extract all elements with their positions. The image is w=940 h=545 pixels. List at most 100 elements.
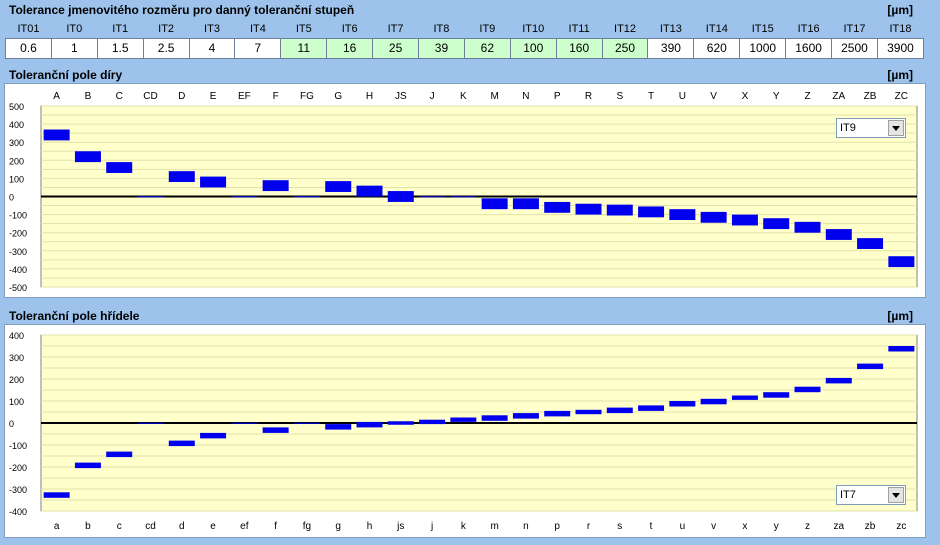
x-tick-label: G (334, 91, 342, 102)
tolerance-bar (638, 405, 665, 411)
tolerance-bar (262, 427, 289, 433)
tolerance-bar (606, 204, 633, 216)
x-tick-label: R (585, 91, 592, 102)
tolerance-bar (262, 180, 289, 192)
x-tick-label: EF (238, 91, 251, 102)
x-tick-label: u (680, 521, 686, 532)
x-tick-label: P (554, 91, 561, 102)
chevron-down-icon[interactable] (888, 487, 904, 503)
tolerance-bar (74, 462, 101, 469)
tolerance-bar (857, 238, 884, 249)
grade-header: IT01 (17, 22, 40, 35)
y-tick-label: -100 (9, 211, 27, 221)
x-tick-label: z (805, 521, 810, 532)
x-tick-label: H (366, 91, 373, 102)
grade-value-cell: 2500 (831, 37, 878, 59)
x-tick-label: V (710, 91, 717, 102)
tolerance-bar (794, 386, 821, 393)
x-tick-label: ZA (832, 91, 845, 102)
tolerance-bar (450, 196, 477, 198)
x-tick-label: g (335, 521, 341, 532)
tolerance-bar (106, 451, 133, 458)
x-tick-label: js (396, 521, 404, 532)
y-tick-label: 500 (9, 102, 24, 112)
y-tick-label: 0 (9, 193, 14, 203)
grade-header: IT11 (568, 22, 590, 35)
hole-grade-select-value: IT9 (840, 122, 856, 134)
x-tick-label: X (742, 91, 749, 102)
x-tick-label: FG (300, 91, 314, 102)
x-tick-label: j (430, 521, 433, 532)
x-tick-label: p (554, 521, 560, 532)
tolerance-bar (888, 256, 915, 268)
y-tick-label: -100 (9, 441, 27, 451)
shaft-chart-unit: [µm] (887, 309, 913, 323)
tolerance-bar (74, 151, 101, 163)
tolerance-bar (825, 377, 852, 384)
hole-chart-panel: 500 400 300 200 100 0 -100 -200 -300 -400 -500 A B C C… (4, 83, 926, 298)
tolerance-bar (512, 198, 539, 210)
grade-header: IT4 (249, 22, 266, 35)
y-tick-label: 200 (9, 375, 24, 385)
y-tick-label: -400 (9, 507, 27, 517)
x-tick-label: E (210, 91, 217, 102)
tolerance-table: IT01 IT0 IT1 IT2 IT3 IT4 IT5 IT6 IT7 IT8 IT9 IT10 IT… (5, 20, 925, 59)
tolerance-bar (481, 415, 508, 421)
tolerance-bar (857, 363, 884, 370)
y-tick-label: 100 (9, 174, 24, 184)
shaft-grade-select[interactable]: IT7 (836, 485, 906, 505)
x-tick-label: M (490, 91, 498, 102)
shaft-chart-panel: 400 300 200 100 0 -100 -200 -300 -400 a b c cd d e ef f f… (4, 324, 926, 538)
tolerance-bar (387, 421, 414, 425)
grade-value-cell: 25 (372, 37, 420, 59)
grade-header: IT1 (112, 22, 129, 35)
grade-value-cell: 160 (555, 37, 603, 59)
tolerance-bar (293, 422, 320, 424)
grade-header: IT3 (204, 22, 220, 35)
x-tick-label: k (461, 521, 467, 532)
tolerance-bar (356, 421, 383, 428)
tolerance-bar (419, 419, 446, 425)
x-tick-label: x (742, 521, 747, 532)
grade-header: IT14 (705, 22, 728, 35)
tolerance-bar (137, 196, 164, 198)
x-tick-label: e (210, 521, 216, 532)
tolerance-bar (450, 417, 477, 422)
tolerance-bar (763, 392, 790, 398)
tolerance-bar (43, 129, 70, 141)
tolerance-bar (43, 492, 70, 498)
shaft-chart: 400 300 200 100 0 -100 -200 -300 -400 a b c cd d e ef f f… (9, 331, 918, 532)
tolerance-bar (231, 196, 258, 198)
grade-header: IT17 (843, 22, 866, 35)
chevron-down-icon[interactable] (888, 120, 904, 136)
grade-header: IT0 (66, 22, 83, 35)
x-tick-label: zb (865, 521, 876, 532)
tolerance-bar (669, 401, 696, 407)
y-tick-label: -500 (9, 283, 27, 293)
tolerance-bar (106, 162, 133, 173)
tolerance-bar (825, 229, 852, 240)
tolerance-bar (356, 185, 383, 197)
x-tick-label: t (650, 521, 653, 532)
x-tick-label: v (711, 521, 716, 532)
grade-header: IT15 (751, 22, 774, 35)
tolerance-bar (606, 407, 633, 414)
grade-header: IT7 (387, 22, 404, 35)
y-tick-label: -200 (9, 229, 27, 239)
x-tick-label: S (616, 91, 623, 102)
hole-chart-unit: [µm] (887, 68, 913, 82)
grade-value-cell: 1600 (785, 37, 833, 59)
y-tick-label: -300 (9, 485, 27, 495)
x-tick-label: T (648, 91, 654, 102)
grade-value-cell: 1 (50, 37, 98, 59)
hole-grade-select[interactable]: IT9 (836, 118, 906, 138)
x-tick-label: Y (773, 91, 780, 102)
tolerance-bar (200, 432, 227, 439)
x-tick-label: za (834, 521, 845, 532)
tolerance-bar (137, 422, 164, 424)
grade-header: IT5 (295, 22, 312, 35)
tolerance-title: Tolerance jmenovitého rozměru pro danný … (9, 3, 355, 17)
hole-chart-title: Toleranční pole díry (9, 68, 123, 82)
x-tick-label: f (274, 521, 277, 532)
grade-header: IT13 (659, 22, 682, 35)
